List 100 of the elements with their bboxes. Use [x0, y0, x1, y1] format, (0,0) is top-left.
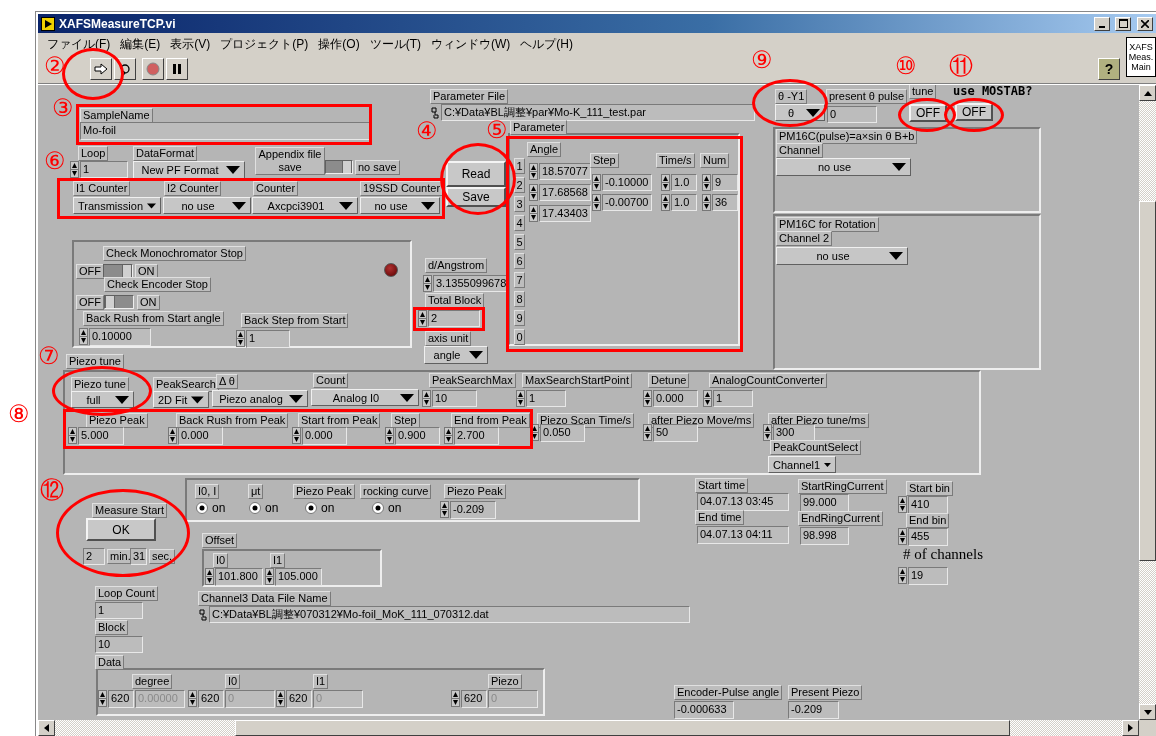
- numeric-field[interactable]: 0.10000: [89, 328, 151, 346]
- path-field[interactable]: C:¥Data¥BL調整¥070312¥Mo-foil_MoK_111_070312.dat: [209, 606, 690, 623]
- numeric-field[interactable]: 0.000: [178, 427, 223, 445]
- radio-option[interactable]: on: [372, 501, 420, 515]
- dropdown[interactable]: Channel1: [768, 456, 836, 473]
- slide-switch[interactable]: [103, 264, 133, 278]
- close-button[interactable]: [1137, 16, 1153, 31]
- numeric-field[interactable]: 2.700: [454, 427, 499, 445]
- radio-option[interactable]: on: [249, 501, 297, 515]
- dropdown[interactable]: no use: [360, 197, 440, 214]
- numeric-field[interactable]: 1: [526, 390, 566, 407]
- numeric-field[interactable]: 3.1355099678: [433, 275, 507, 292]
- menu-item[interactable]: 表示(V): [165, 35, 216, 53]
- spinner-icon[interactable]: [98, 690, 107, 707]
- menu-item[interactable]: 編集(E): [115, 35, 166, 53]
- dropdown[interactable]: full: [71, 391, 134, 408]
- spinner-icon[interactable]: [529, 205, 538, 222]
- numeric-field[interactable]: 17.68568: [539, 184, 591, 201]
- horizontal-scrollbar[interactable]: [38, 720, 1156, 736]
- spinner-icon[interactable]: [516, 390, 525, 407]
- spinner-icon[interactable]: [898, 496, 907, 513]
- path-browse-icon[interactable]: [430, 107, 440, 119]
- spinner-icon[interactable]: [422, 390, 431, 407]
- minimize-button[interactable]: [1094, 16, 1110, 31]
- slide-switch[interactable]: [104, 295, 134, 309]
- scroll-down-button[interactable]: [1139, 704, 1156, 720]
- push-button[interactable]: OFF: [955, 103, 993, 121]
- help-button[interactable]: ?: [1098, 58, 1120, 80]
- dropdown[interactable]: angle: [424, 346, 488, 364]
- spinner-icon[interactable]: [702, 194, 711, 211]
- numeric-field[interactable]: 1: [246, 330, 290, 348]
- numeric-field[interactable]: 1.0: [671, 174, 697, 191]
- menu-item[interactable]: プロジェクト(P): [215, 35, 314, 53]
- dropdown[interactable]: 2D Fit: [153, 391, 209, 408]
- numeric-field[interactable]: 0.000: [653, 390, 698, 407]
- spinner-icon[interactable]: [444, 427, 453, 444]
- spinner-icon[interactable]: [529, 163, 538, 180]
- spinner-icon[interactable]: [276, 690, 285, 707]
- dropdown[interactable]: θ: [775, 104, 825, 121]
- numeric-field[interactable]: 19: [908, 567, 948, 585]
- spinner-icon[interactable]: [265, 568, 274, 585]
- menu-item[interactable]: 操作(O): [313, 35, 365, 53]
- numeric-field[interactable]: 0.050: [540, 424, 585, 442]
- menu-item[interactable]: ウィンドウ(W): [426, 35, 516, 53]
- numeric-field[interactable]: 410: [908, 496, 948, 514]
- spinner-icon[interactable]: [205, 568, 214, 585]
- spinner-icon[interactable]: [702, 174, 711, 191]
- vertical-scrollbar[interactable]: [1139, 85, 1156, 720]
- spinner-icon[interactable]: [79, 328, 88, 345]
- spinner-icon[interactable]: [418, 310, 427, 327]
- dropdown[interactable]: Transmission: [73, 197, 161, 214]
- maximize-button[interactable]: [1115, 16, 1131, 31]
- dropdown[interactable]: Axcpci3901: [252, 197, 358, 214]
- slide-switch[interactable]: [325, 160, 353, 174]
- path-field[interactable]: C:¥Data¥BL調整¥par¥Mo-K_111_test.par: [441, 104, 755, 121]
- numeric-field[interactable]: 2: [428, 310, 480, 327]
- scroll-left-button[interactable]: [38, 720, 55, 736]
- numeric-field[interactable]: 50: [653, 424, 698, 442]
- spinner-icon[interactable]: [763, 424, 772, 441]
- spinner-icon[interactable]: [236, 330, 245, 347]
- radio-option[interactable]: on: [305, 501, 353, 515]
- pause-button[interactable]: [166, 58, 188, 80]
- numeric-field[interactable]: 18.57077: [539, 163, 591, 180]
- push-button[interactable]: Save: [446, 187, 506, 207]
- numeric-field[interactable]: 105.000: [275, 568, 322, 586]
- numeric-field[interactable]: 620: [198, 690, 224, 708]
- radio-option[interactable]: on: [196, 501, 244, 515]
- push-button[interactable]: OFF: [909, 104, 947, 122]
- spinner-icon[interactable]: [292, 427, 301, 444]
- spinner-icon[interactable]: [898, 528, 907, 545]
- scroll-up-button[interactable]: [1139, 85, 1156, 101]
- run-button[interactable]: [90, 58, 112, 80]
- text-field[interactable]: Mo-foil: [80, 122, 370, 140]
- numeric-field[interactable]: 620: [108, 690, 134, 708]
- spinner-icon[interactable]: [188, 690, 197, 707]
- numeric-field[interactable]: -0.209: [450, 501, 496, 519]
- abort-button[interactable]: [142, 58, 164, 80]
- spinner-icon[interactable]: [592, 194, 601, 211]
- numeric-field[interactable]: 10: [432, 390, 477, 407]
- numeric-field[interactable]: 455: [908, 528, 948, 546]
- menu-item[interactable]: ファイル(F): [42, 35, 116, 53]
- spinner-icon[interactable]: [451, 690, 460, 707]
- numeric-field[interactable]: 1.0: [671, 194, 697, 211]
- spinner-icon[interactable]: [529, 184, 538, 201]
- spinner-icon[interactable]: [661, 194, 670, 211]
- numeric-field[interactable]: 9: [712, 174, 738, 191]
- dropdown[interactable]: no use: [163, 197, 251, 214]
- numeric-field[interactable]: 17.43403: [539, 205, 591, 222]
- spinner-icon[interactable]: [440, 501, 449, 518]
- numeric-field[interactable]: 101.800: [215, 568, 263, 586]
- size-grip[interactable]: [1139, 720, 1156, 736]
- numeric-field[interactable]: 0.900: [395, 427, 440, 445]
- spinner-icon[interactable]: [643, 424, 652, 441]
- scroll-right-button[interactable]: [1122, 720, 1139, 736]
- dropdown[interactable]: no use: [776, 158, 911, 176]
- path-browse-icon[interactable]: [198, 609, 208, 621]
- dropdown[interactable]: Analog I0: [311, 389, 419, 406]
- spinner-icon[interactable]: [385, 427, 394, 444]
- dropdown[interactable]: Piezo analog: [212, 390, 308, 407]
- push-button[interactable]: OK: [86, 518, 156, 541]
